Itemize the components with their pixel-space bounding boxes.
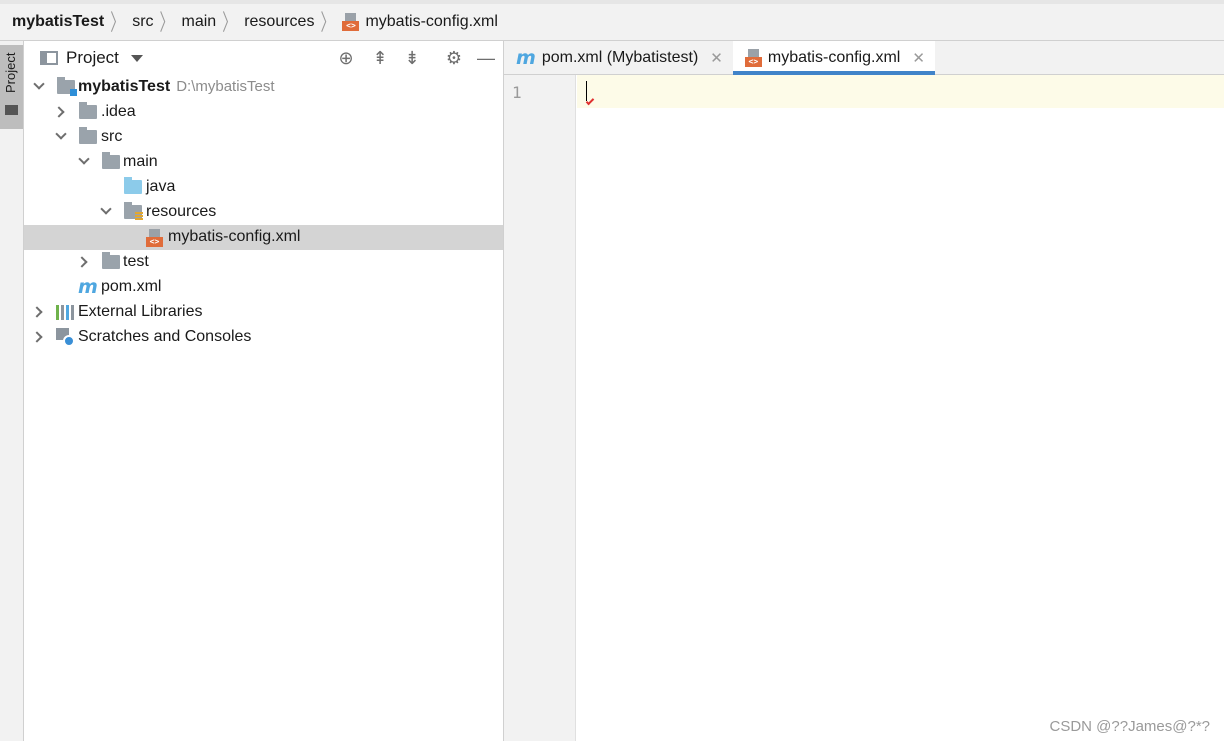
tab-label: mybatis-config.xml xyxy=(767,48,901,66)
library-icon xyxy=(56,305,74,320)
breadcrumb-item-src[interactable]: src xyxy=(132,4,153,40)
locate-icon[interactable]: ⊕ xyxy=(336,48,356,68)
line-number: 1 xyxy=(512,83,522,102)
tree-item-resources[interactable]: resources xyxy=(24,200,503,225)
tree-item-label: resources xyxy=(146,203,217,220)
project-tool-window-button[interactable]: Project xyxy=(0,45,23,129)
gear-icon[interactable]: ⚙ xyxy=(444,48,464,68)
chevron-down-icon[interactable] xyxy=(55,128,67,140)
current-line-highlight[interactable] xyxy=(577,75,1224,108)
tree-item-idea[interactable]: .idea xyxy=(24,100,503,125)
tree-item-label: test xyxy=(123,253,149,270)
project-view-selector[interactable]: Project xyxy=(66,48,119,68)
breadcrumb-separator: 〉 xyxy=(222,9,237,35)
tree-item-label: pom.xml xyxy=(101,278,162,295)
folder-icon xyxy=(5,105,18,115)
project-panel: Project ⊕ ⇞ ⇟ ⚙ — mybatisTest D:\mybatisT… xyxy=(24,41,504,741)
chevron-down-icon[interactable] xyxy=(33,78,45,90)
chevron-down-icon[interactable] xyxy=(78,153,90,165)
tree-item-label: main xyxy=(123,153,158,170)
close-icon[interactable]: ✕ xyxy=(912,49,925,67)
folder-icon xyxy=(102,252,120,269)
tree-item-label: java xyxy=(146,178,176,195)
expand-all-icon[interactable]: ⇞ xyxy=(370,48,390,68)
breadcrumb-item-project[interactable]: mybatisTest xyxy=(12,4,104,40)
chevron-right-icon[interactable] xyxy=(31,331,43,343)
minimize-icon[interactable]: — xyxy=(476,48,496,68)
close-icon[interactable]: ✕ xyxy=(710,49,723,67)
folder-icon xyxy=(102,152,120,169)
xml-file-icon: <> xyxy=(146,229,164,247)
breadcrumb-item-resources[interactable]: resources xyxy=(244,4,314,40)
line-number-gutter: 1 xyxy=(504,75,576,741)
breadcrumb-separator: 〉 xyxy=(159,9,174,35)
breadcrumb: mybatisTest 〉 src 〉 main 〉 resources 〉 <… xyxy=(0,0,1224,41)
tree-item-label: mybatisTest xyxy=(78,78,171,95)
breadcrumb-separator: 〉 xyxy=(110,9,125,35)
maven-icon: m xyxy=(516,46,536,69)
project-tree: mybatisTest D:\mybatisTest .idea src main… xyxy=(24,75,503,350)
breadcrumb-file-label: mybatis-config.xml xyxy=(365,13,498,30)
project-stripe-label: Project xyxy=(3,52,18,94)
tab-label: pom.xml (Mybatistest) xyxy=(541,48,699,66)
tree-item-test[interactable]: test xyxy=(24,250,503,275)
scratches-icon xyxy=(56,328,75,347)
breadcrumb-separator: 〉 xyxy=(320,9,335,35)
tree-item-java[interactable]: java xyxy=(24,175,503,200)
breadcrumb-item-file[interactable]: <> mybatis-config.xml xyxy=(342,4,498,40)
collapse-all-icon[interactable]: ⇟ xyxy=(402,48,422,68)
source-folder-icon xyxy=(124,177,142,194)
tree-item-scratches[interactable]: Scratches and Consoles xyxy=(24,325,503,350)
tab-mybatis-config[interactable]: <> mybatis-config.xml ✕ xyxy=(732,41,935,75)
tree-item-label: Scratches and Consoles xyxy=(78,328,252,345)
xml-file-icon: <> xyxy=(744,48,763,67)
tree-item-src[interactable]: src xyxy=(24,125,503,150)
breadcrumb-item-main[interactable]: main xyxy=(182,4,217,40)
editor-area: m pom.xml (Mybatistest) ✕ <> mybatis-con… xyxy=(504,41,1224,741)
watermark: CSDN @??James@?*? xyxy=(1049,718,1210,735)
chevron-down-icon[interactable] xyxy=(100,203,112,215)
chevron-down-icon[interactable] xyxy=(130,54,143,62)
tree-item-label: External Libraries xyxy=(78,303,203,320)
tree-item-label: src xyxy=(101,128,123,145)
tree-item-path: D:\mybatisTest xyxy=(176,78,275,95)
module-folder-icon xyxy=(57,77,77,96)
folder-icon xyxy=(79,102,97,119)
tree-item-project-root[interactable]: mybatisTest D:\mybatisTest xyxy=(24,75,503,100)
tree-item-main[interactable]: main xyxy=(24,150,503,175)
tree-item-label: mybatis-config.xml xyxy=(168,228,301,245)
left-tool-stripe: Project xyxy=(0,41,24,741)
project-panel-header: Project ⊕ ⇞ ⇟ ⚙ — xyxy=(24,41,503,75)
tree-item-label: .idea xyxy=(101,103,136,120)
tab-pom-xml[interactable]: m pom.xml (Mybatistest) ✕ xyxy=(504,41,733,74)
chevron-right-icon[interactable] xyxy=(76,256,88,268)
chevron-right-icon[interactable] xyxy=(31,306,43,318)
editor-tabs: m pom.xml (Mybatistest) ✕ <> mybatis-con… xyxy=(504,41,1224,75)
text-caret xyxy=(586,81,587,101)
folder-icon xyxy=(79,127,97,144)
xml-file-icon: <> xyxy=(342,13,360,31)
resources-folder-icon xyxy=(124,202,143,221)
project-view-icon xyxy=(40,51,58,65)
chevron-right-icon[interactable] xyxy=(53,106,65,118)
tree-item-pom[interactable]: m pom.xml xyxy=(24,275,503,300)
tree-item-mybatis-config[interactable]: <> mybatis-config.xml xyxy=(24,225,503,250)
maven-icon: m xyxy=(78,276,98,298)
tree-item-external-libraries[interactable]: External Libraries xyxy=(24,300,503,325)
